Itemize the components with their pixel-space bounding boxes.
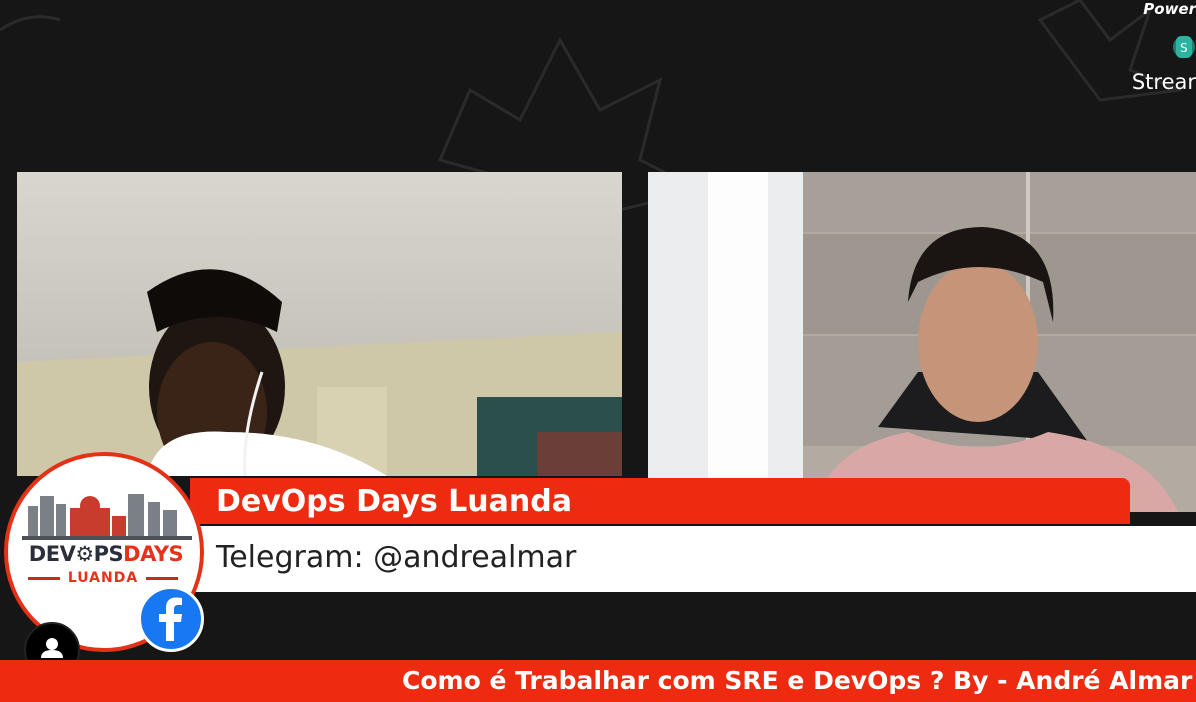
facebook-f-glyph — [159, 597, 182, 641]
logo-word-dev: DEV — [28, 542, 76, 566]
svg-text:S: S — [1180, 41, 1188, 55]
ticker-text: Como é Trabalhar com SRE e DevOps ? By -… — [402, 666, 1196, 695]
logo-city: LUANDA — [8, 570, 198, 586]
participant-left-image — [17, 172, 622, 476]
streamyard-logo-icon: S — [1173, 36, 1195, 58]
participant-video-right — [648, 172, 1196, 512]
lower-third-subtitle-bar: Telegram: @andrealmar — [190, 526, 1196, 592]
logo-wordmark: DEV⚙PSDAYS — [16, 542, 196, 566]
powered-by-badge: Power S Strear — [1126, 0, 1196, 100]
event-title: DevOps Days Luanda — [216, 484, 572, 519]
lower-third-title-bar: DevOps Days Luanda — [190, 478, 1130, 524]
participant-video-left — [17, 172, 622, 476]
news-ticker: Como é Trabalhar com SRE e DevOps ? By -… — [0, 660, 1196, 702]
logo-city-text: LUANDA — [67, 570, 139, 586]
participant-right-image — [648, 172, 1196, 512]
logo-word-ps: PS — [93, 542, 124, 566]
powered-by-label: Power — [1143, 0, 1196, 18]
telegram-handle: Telegram: @andrealmar — [216, 540, 577, 575]
gear-icon: ⚙ — [75, 542, 94, 566]
facebook-icon[interactable] — [138, 586, 204, 652]
logo-word-days: DAYS — [123, 542, 184, 566]
stream-label: Strear — [1131, 70, 1196, 94]
